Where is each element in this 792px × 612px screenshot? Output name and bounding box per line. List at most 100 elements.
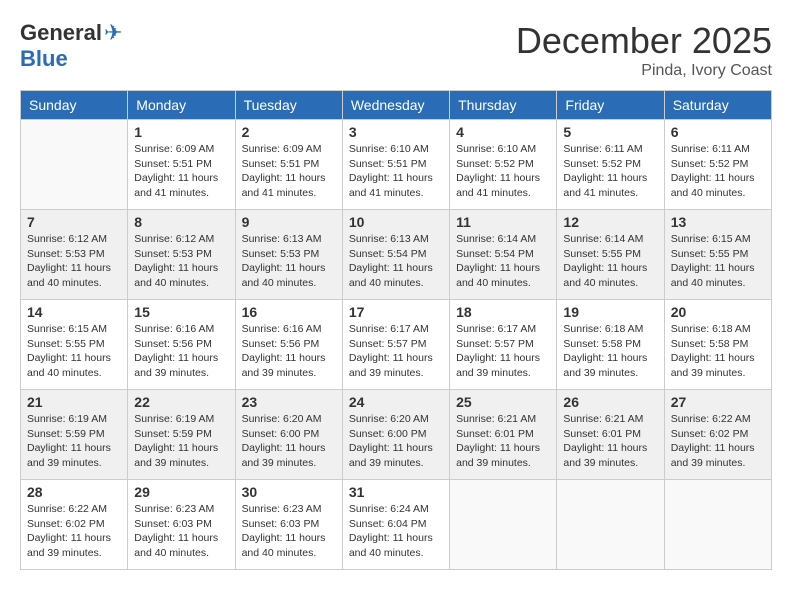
day-number: 9 [242, 214, 336, 230]
calendar-table: SundayMondayTuesdayWednesdayThursdayFrid… [20, 90, 772, 570]
calendar-cell [21, 120, 128, 210]
calendar-cell: 22 Sunrise: 6:19 AM Sunset: 5:59 PM Dayli… [128, 390, 235, 480]
day-number: 1 [134, 124, 228, 140]
day-info: Sunrise: 6:21 AM Sunset: 6:01 PM Dayligh… [563, 412, 657, 471]
day-number: 19 [563, 304, 657, 320]
calendar-cell: 1 Sunrise: 6:09 AM Sunset: 5:51 PM Daylig… [128, 120, 235, 210]
calendar-cell [664, 480, 771, 570]
day-info: Sunrise: 6:13 AM Sunset: 5:54 PM Dayligh… [349, 232, 443, 291]
day-number: 17 [349, 304, 443, 320]
day-info: Sunrise: 6:11 AM Sunset: 5:52 PM Dayligh… [671, 142, 765, 201]
calendar-cell: 25 Sunrise: 6:21 AM Sunset: 6:01 PM Dayli… [450, 390, 557, 480]
logo-blue-text: Blue [20, 46, 68, 72]
calendar-cell: 26 Sunrise: 6:21 AM Sunset: 6:01 PM Dayli… [557, 390, 664, 480]
day-info: Sunrise: 6:17 AM Sunset: 5:57 PM Dayligh… [349, 322, 443, 381]
day-info: Sunrise: 6:15 AM Sunset: 5:55 PM Dayligh… [671, 232, 765, 291]
calendar-cell: 14 Sunrise: 6:15 AM Sunset: 5:55 PM Dayli… [21, 300, 128, 390]
calendar-cell: 12 Sunrise: 6:14 AM Sunset: 5:55 PM Dayli… [557, 210, 664, 300]
calendar-cell: 20Sunrise: 6:18 AM Sunset: 5:58 PM Dayli… [664, 300, 771, 390]
day-info: Sunrise: 6:10 AM Sunset: 5:52 PM Dayligh… [456, 142, 550, 201]
page-header: General ✈ Blue December 2025 Pinda, Ivor… [20, 20, 772, 80]
day-header-friday: Friday [557, 91, 664, 120]
day-number: 14 [27, 304, 121, 320]
calendar-cell: 15 Sunrise: 6:16 AM Sunset: 5:56 PM Dayli… [128, 300, 235, 390]
day-info: Sunrise: 6:10 AM Sunset: 5:51 PM Dayligh… [349, 142, 443, 201]
day-info: Sunrise: 6:14 AM Sunset: 5:55 PM Dayligh… [563, 232, 657, 291]
day-header-monday: Monday [128, 91, 235, 120]
day-number: 29 [134, 484, 228, 500]
calendar-week-row: 21 Sunrise: 6:19 AM Sunset: 5:59 PM Dayli… [21, 390, 772, 480]
day-number: 15 [134, 304, 228, 320]
logo: General ✈ Blue [20, 20, 122, 72]
calendar-cell: 16 Sunrise: 6:16 AM Sunset: 5:56 PM Dayli… [235, 300, 342, 390]
calendar-cell: 10 Sunrise: 6:13 AM Sunset: 5:54 PM Dayli… [342, 210, 449, 300]
month-title: December 2025 [516, 20, 772, 62]
day-number: 6 [671, 124, 765, 140]
day-number: 10 [349, 214, 443, 230]
calendar-cell: 5Sunrise: 6:11 AM Sunset: 5:52 PM Daylig… [557, 120, 664, 210]
day-number: 3 [349, 124, 443, 140]
calendar-header-row: SundayMondayTuesdayWednesdayThursdayFrid… [21, 91, 772, 120]
calendar-cell: 17 Sunrise: 6:17 AM Sunset: 5:57 PM Dayli… [342, 300, 449, 390]
calendar-cell: 11 Sunrise: 6:14 AM Sunset: 5:54 PM Dayli… [450, 210, 557, 300]
day-info: Sunrise: 6:12 AM Sunset: 5:53 PM Dayligh… [134, 232, 228, 291]
day-number: 26 [563, 394, 657, 410]
day-info: Sunrise: 6:22 AM Sunset: 6:02 PM Dayligh… [27, 502, 121, 561]
calendar-cell: 7 Sunrise: 6:12 AM Sunset: 5:53 PM Daylig… [21, 210, 128, 300]
day-info: Sunrise: 6:20 AM Sunset: 6:00 PM Dayligh… [349, 412, 443, 471]
day-info: Sunrise: 6:09 AM Sunset: 5:51 PM Dayligh… [134, 142, 228, 201]
day-number: 31 [349, 484, 443, 500]
day-number: 4 [456, 124, 550, 140]
day-number: 16 [242, 304, 336, 320]
day-number: 11 [456, 214, 550, 230]
day-number: 25 [456, 394, 550, 410]
calendar-cell: 2 Sunrise: 6:09 AM Sunset: 5:51 PM Daylig… [235, 120, 342, 210]
day-number: 27 [671, 394, 765, 410]
calendar-week-row: 1 Sunrise: 6:09 AM Sunset: 5:51 PM Daylig… [21, 120, 772, 210]
calendar-cell: 8Sunrise: 6:12 AM Sunset: 5:53 PM Daylig… [128, 210, 235, 300]
day-info: Sunrise: 6:21 AM Sunset: 6:01 PM Dayligh… [456, 412, 550, 471]
day-info: Sunrise: 6:18 AM Sunset: 5:58 PM Dayligh… [563, 322, 657, 381]
day-number: 21 [27, 394, 121, 410]
day-header-thursday: Thursday [450, 91, 557, 120]
day-header-sunday: Sunday [21, 91, 128, 120]
day-info: Sunrise: 6:24 AM Sunset: 6:04 PM Dayligh… [349, 502, 443, 561]
day-number: 7 [27, 214, 121, 230]
day-info: Sunrise: 6:15 AM Sunset: 5:55 PM Dayligh… [27, 322, 121, 381]
calendar-cell [450, 480, 557, 570]
day-info: Sunrise: 6:16 AM Sunset: 5:56 PM Dayligh… [134, 322, 228, 381]
calendar-cell: 29 Sunrise: 6:23 AM Sunset: 6:03 PM Dayli… [128, 480, 235, 570]
calendar-cell: 13Sunrise: 6:15 AM Sunset: 5:55 PM Dayli… [664, 210, 771, 300]
day-info: Sunrise: 6:23 AM Sunset: 6:03 PM Dayligh… [134, 502, 228, 561]
calendar-cell: 19 Sunrise: 6:18 AM Sunset: 5:58 PM Dayli… [557, 300, 664, 390]
calendar-cell: 30 Sunrise: 6:23 AM Sunset: 6:03 PM Dayli… [235, 480, 342, 570]
day-number: 28 [27, 484, 121, 500]
logo-general-text: General [20, 20, 102, 46]
day-header-wednesday: Wednesday [342, 91, 449, 120]
day-number: 22 [134, 394, 228, 410]
day-header-tuesday: Tuesday [235, 91, 342, 120]
day-info: Sunrise: 6:18 AM Sunset: 5:58 PM Dayligh… [671, 322, 765, 381]
calendar-week-row: 28 Sunrise: 6:22 AM Sunset: 6:02 PM Dayli… [21, 480, 772, 570]
day-info: Sunrise: 6:19 AM Sunset: 5:59 PM Dayligh… [134, 412, 228, 471]
calendar-cell: 4 Sunrise: 6:10 AM Sunset: 5:52 PM Daylig… [450, 120, 557, 210]
day-info: Sunrise: 6:23 AM Sunset: 6:03 PM Dayligh… [242, 502, 336, 561]
title-area: December 2025 Pinda, Ivory Coast [516, 20, 772, 80]
day-info: Sunrise: 6:12 AM Sunset: 5:53 PM Dayligh… [27, 232, 121, 291]
calendar-cell: 21Sunrise: 6:19 AM Sunset: 5:59 PM Dayli… [21, 390, 128, 480]
calendar-cell: 3 Sunrise: 6:10 AM Sunset: 5:51 PM Daylig… [342, 120, 449, 210]
day-number: 12 [563, 214, 657, 230]
calendar-cell: 18Sunrise: 6:17 AM Sunset: 5:57 PM Dayli… [450, 300, 557, 390]
day-info: Sunrise: 6:09 AM Sunset: 5:51 PM Dayligh… [242, 142, 336, 201]
day-number: 5 [563, 124, 657, 140]
day-number: 2 [242, 124, 336, 140]
day-info: Sunrise: 6:14 AM Sunset: 5:54 PM Dayligh… [456, 232, 550, 291]
day-info: Sunrise: 6:16 AM Sunset: 5:56 PM Dayligh… [242, 322, 336, 381]
calendar-cell: 9 Sunrise: 6:13 AM Sunset: 5:53 PM Daylig… [235, 210, 342, 300]
calendar-cell: 31 Sunrise: 6:24 AM Sunset: 6:04 PM Dayli… [342, 480, 449, 570]
calendar-cell: 28 Sunrise: 6:22 AM Sunset: 6:02 PM Dayli… [21, 480, 128, 570]
calendar-week-row: 14 Sunrise: 6:15 AM Sunset: 5:55 PM Dayli… [21, 300, 772, 390]
calendar-cell: 27Sunrise: 6:22 AM Sunset: 6:02 PM Dayli… [664, 390, 771, 480]
day-info: Sunrise: 6:13 AM Sunset: 5:53 PM Dayligh… [242, 232, 336, 291]
day-number: 30 [242, 484, 336, 500]
